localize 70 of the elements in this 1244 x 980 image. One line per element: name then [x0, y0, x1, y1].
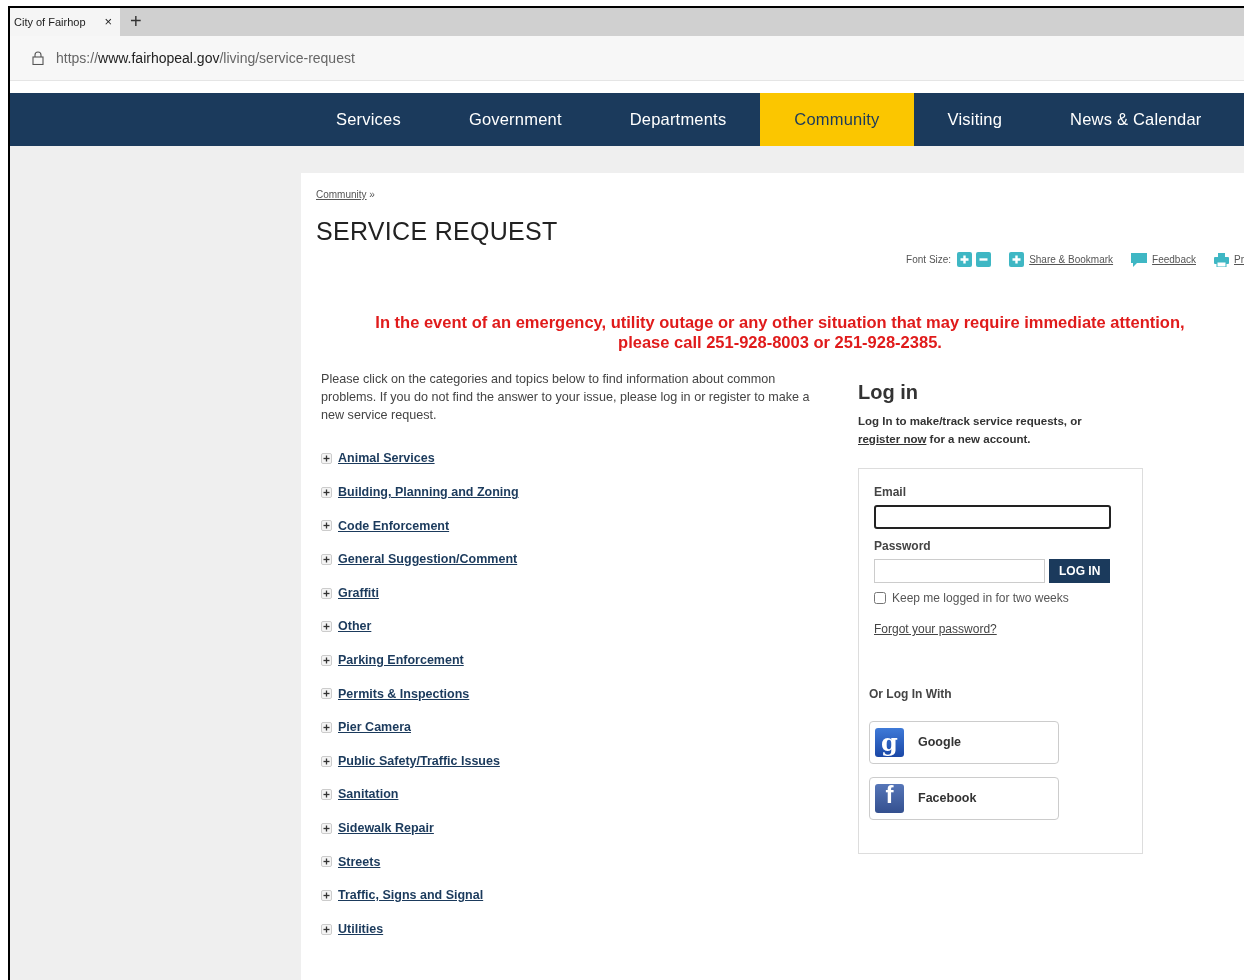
category-link[interactable]: General Suggestion/Comment: [338, 550, 518, 569]
plus-icon: [1009, 252, 1025, 267]
expand-icon[interactable]: [321, 621, 332, 633]
category-link[interactable]: Graffiti: [338, 583, 379, 603]
login-button[interactable]: LOG IN: [1049, 559, 1111, 583]
page-title: SERVICE REQUEST: [316, 216, 559, 246]
google-login-button[interactable]: g Google: [869, 721, 1059, 764]
browser-tab[interactable]: City of Fairhop ×: [10, 8, 120, 36]
feedback-link[interactable]: Feedback: [1152, 252, 1196, 267]
nav-link[interactable]: Community: [760, 93, 914, 146]
category-link[interactable]: Sidewalk Repair: [338, 818, 434, 838]
category-link[interactable]: Utilities: [338, 919, 384, 939]
expand-icon[interactable]: [321, 453, 332, 465]
google-logo-icon: g: [875, 728, 904, 757]
login-instructions: Log In to make/track service requests, or register now for a new account.: [858, 414, 1083, 447]
category-link[interactable]: Pier Camera: [338, 718, 411, 737]
register-link[interactable]: register now: [858, 433, 927, 445]
expand-icon[interactable]: [321, 587, 332, 599]
print-link[interactable]: Pr: [1234, 252, 1244, 267]
breadcrumb-separator: »: [369, 189, 375, 200]
email-label: Email: [874, 484, 907, 501]
expand-icon[interactable]: [321, 890, 332, 901]
lock-icon: [32, 51, 44, 65]
intro-text: Please click on the categories and topics below to find information about common problems. If you do not find the answer to your issue, please log in or register to make a new service request.: [321, 371, 811, 424]
forgot-password-link[interactable]: Forgot your password?: [874, 620, 997, 638]
speech-bubble-icon: [1131, 252, 1148, 267]
expand-icon[interactable]: [321, 789, 332, 801]
printer-icon: [1214, 252, 1229, 267]
category-link[interactable]: Animal Services: [338, 449, 435, 469]
category-link[interactable]: Code Enforcement: [338, 516, 450, 536]
expand-icon[interactable]: [321, 856, 332, 868]
category-link[interactable]: Traffic, Signs and Signal: [338, 886, 484, 905]
category-link[interactable]: Parking Enforcement: [338, 651, 464, 670]
expand-icon[interactable]: [321, 486, 332, 498]
alert-text: In the event of an emergency, utility outage or any other situation that may require immediate attention,: [374, 312, 1186, 332]
category-link[interactable]: Permits & Inspections: [338, 684, 470, 704]
nav-link[interactable]: Departments: [595, 93, 761, 146]
category-link[interactable]: Sanitation: [338, 785, 399, 805]
expand-icon[interactable]: [321, 755, 332, 767]
expand-icon[interactable]: [321, 822, 332, 834]
category-link[interactable]: Streets: [338, 852, 381, 872]
alert-text: please call 251-928-8003 or 251-928-2385.: [617, 332, 943, 352]
email-field[interactable]: [874, 505, 1111, 529]
facebook-logo-icon: f: [875, 784, 904, 813]
category-link[interactable]: Building, Planning and Zoning: [338, 483, 519, 502]
password-label: Password: [874, 538, 932, 555]
facebook-login-button[interactable]: f Facebook: [869, 777, 1059, 820]
nav-link[interactable]: Government: [434, 93, 596, 146]
nav-link[interactable]: Services: [302, 93, 435, 146]
close-icon[interactable]: ×: [104, 12, 112, 32]
password-field[interactable]: [874, 559, 1045, 583]
login-heading: Log in: [858, 380, 919, 404]
nav-link[interactable]: News & Calendar: [1036, 93, 1236, 146]
expand-icon[interactable]: [321, 722, 332, 734]
breadcrumb-link[interactable]: Community: [316, 189, 367, 200]
new-tab-button[interactable]: +: [120, 8, 152, 36]
font-size-label: Font Size:: [906, 253, 952, 267]
social-login-heading: Or Log In With: [869, 686, 953, 703]
expand-icon[interactable]: [321, 520, 332, 532]
expand-icon[interactable]: [321, 688, 332, 700]
category-link[interactable]: Other: [338, 617, 372, 637]
category-link[interactable]: Public Safety/Traffic Issues: [338, 751, 500, 771]
share-link[interactable]: Share & Bookmark: [1029, 252, 1114, 267]
remember-label: Keep me logged in for two weeks: [892, 590, 1069, 607]
remember-checkbox[interactable]: [874, 592, 886, 604]
address-bar[interactable]: https://www.fairhopeal.gov/living/service-request: [56, 47, 355, 69]
nav-link[interactable]: Visiting: [913, 93, 1037, 146]
expand-icon[interactable]: [321, 654, 332, 666]
expand-icon[interactable]: [321, 923, 332, 935]
expand-icon[interactable]: [321, 554, 332, 566]
